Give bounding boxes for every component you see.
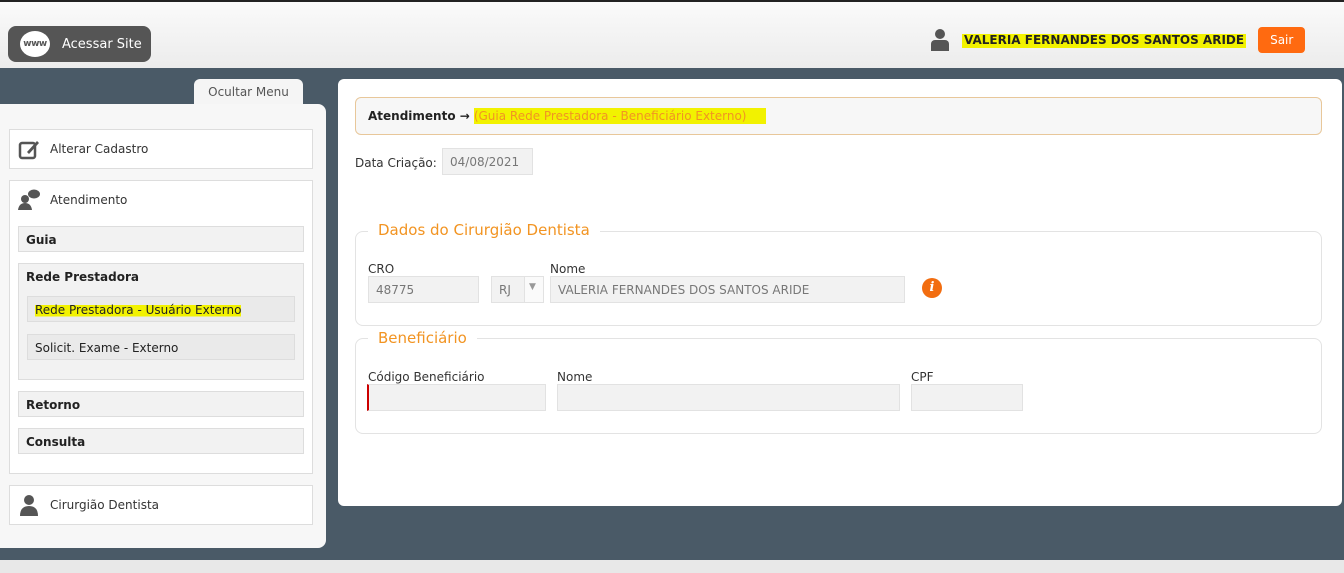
nome-beneficiario-field[interactable] bbox=[557, 384, 900, 411]
codigo-beneficiario-field[interactable] bbox=[367, 384, 546, 411]
sidebar-item-label: Cirurgião Dentista bbox=[50, 498, 160, 512]
info-icon[interactable]: i bbox=[922, 278, 942, 298]
sidebar-item-guia[interactable]: Guia bbox=[18, 226, 304, 252]
hide-menu-tab[interactable]: Ocultar Menu bbox=[194, 79, 303, 105]
chat-user-icon bbox=[18, 189, 40, 211]
sidebar-item-label: Atendimento bbox=[50, 193, 128, 207]
cro-field[interactable]: 48775 bbox=[368, 276, 479, 303]
sidebar-group-rede: Rede Prestadora Rede Prestadora - Usuári… bbox=[18, 263, 304, 380]
cpf-label: CPF bbox=[911, 370, 934, 384]
sidebar-item-label: Alterar Cadastro bbox=[50, 142, 149, 156]
sidebar-item-cirurgiao[interactable]: Cirurgião Dentista bbox=[9, 485, 313, 525]
www-icon: www bbox=[20, 31, 50, 57]
beneficiario-legend: Beneficiário bbox=[368, 329, 477, 347]
cro-label: CRO bbox=[368, 262, 395, 276]
edit-icon bbox=[18, 138, 40, 160]
codigo-label: Código Beneficiário bbox=[368, 370, 485, 384]
breadcrumb-root: Atendimento → bbox=[368, 109, 470, 123]
user-icon bbox=[930, 29, 950, 51]
sidebar-item-rede-externo[interactable]: Rede Prestadora - Usuário Externo bbox=[27, 296, 295, 322]
sidebar-item-rede-prestadora[interactable]: Rede Prestadora bbox=[26, 270, 139, 284]
access-site-label: Acessar Site bbox=[62, 36, 142, 52]
cpf-field[interactable] bbox=[911, 384, 1023, 411]
user-name: VALERIA FERNANDES DOS SANTOS ARIDE bbox=[962, 30, 1247, 50]
logout-button[interactable]: Sair bbox=[1258, 27, 1306, 53]
uf-select[interactable]: RJ bbox=[491, 276, 525, 303]
sidebar-item-label: Rede Prestadora - Usuário Externo bbox=[35, 303, 242, 317]
access-site-button[interactable]: www Acessar Site bbox=[8, 26, 151, 62]
sidebar-section-atendimento: Atendimento Guia Rede Prestadora Rede Pr… bbox=[9, 180, 313, 474]
nome-beneficiario-label: Nome bbox=[557, 370, 593, 384]
nome-label: Nome bbox=[550, 262, 586, 276]
data-criacao-field: 04/08/2021 bbox=[442, 148, 533, 175]
sidebar-item-retorno[interactable]: Retorno bbox=[18, 391, 304, 417]
dentista-legend: Dados do Cirurgião Dentista bbox=[368, 221, 600, 239]
sidebar-item-atendimento[interactable]: Atendimento bbox=[10, 181, 312, 219]
sidebar: Alterar Cadastro Atendimento Guia Rede P… bbox=[0, 104, 326, 548]
top-bar: www Acessar Site VALERIA FERNANDES DOS S… bbox=[0, 0, 1344, 68]
sidebar-item-alterar-cadastro[interactable]: Alterar Cadastro bbox=[9, 129, 313, 169]
content-panel: Atendimento → (Guia Rede Prestadora - Be… bbox=[338, 79, 1342, 506]
uf-dropdown-arrow-icon[interactable]: ▼ bbox=[524, 276, 544, 303]
sidebar-item-consulta[interactable]: Consulta bbox=[18, 428, 304, 454]
sidebar-item-solicit-exame[interactable]: Solicit. Exame - Externo bbox=[27, 334, 295, 360]
nome-dentista-field[interactable]: VALERIA FERNANDES DOS SANTOS ARIDE bbox=[550, 276, 905, 303]
dentist-icon bbox=[18, 494, 40, 516]
user-info: VALERIA FERNANDES DOS SANTOS ARIDE Sair bbox=[930, 27, 1306, 53]
breadcrumb-current: (Guia Rede Prestadora - Beneficiário Ext… bbox=[473, 107, 767, 125]
data-criacao-label: Data Criação: bbox=[355, 156, 437, 170]
breadcrumb: Atendimento → (Guia Rede Prestadora - Be… bbox=[355, 97, 1322, 135]
